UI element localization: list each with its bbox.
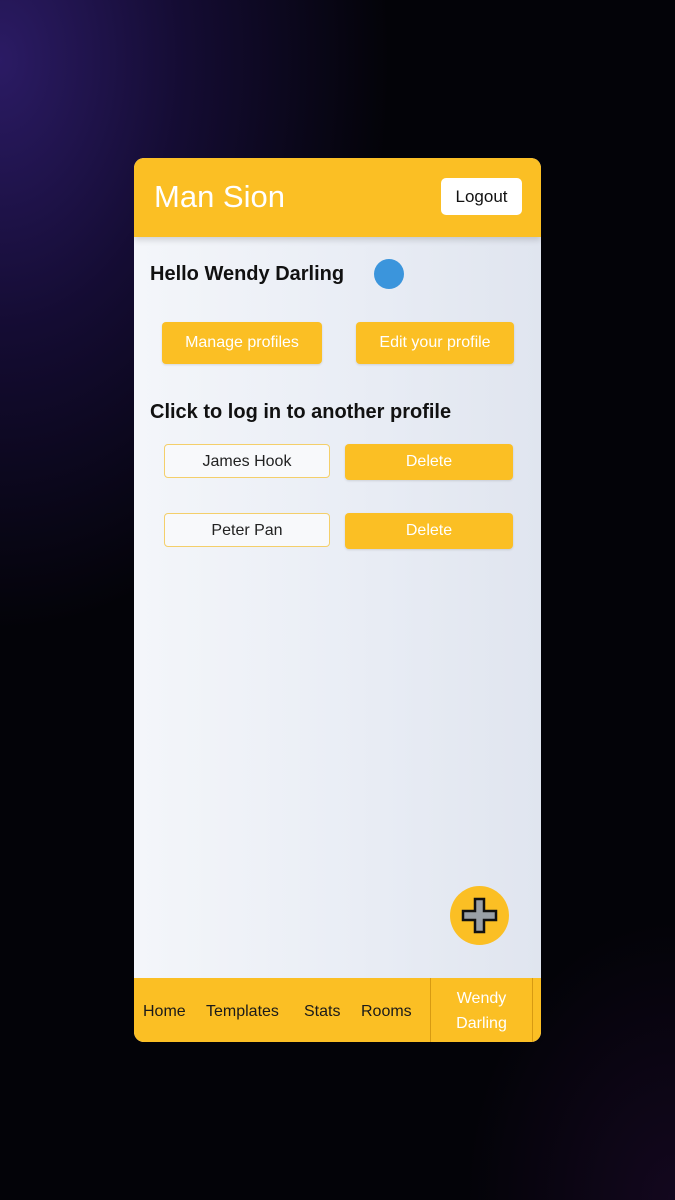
- status-indicator: [374, 259, 404, 289]
- app-title: Man Sion: [154, 179, 285, 214]
- plus-icon: [461, 897, 498, 934]
- app-window: Man Sion Logout Hello Wendy Darling Mana…: [134, 158, 541, 1042]
- nav-user-first-name: Wendy: [456, 990, 507, 1007]
- profile-login-button[interactable]: Peter Pan: [164, 513, 330, 547]
- nav-stats[interactable]: Stats: [304, 1002, 340, 1022]
- edit-profile-button[interactable]: Edit your profile: [356, 322, 514, 364]
- delete-profile-button[interactable]: Delete: [345, 444, 513, 480]
- nav-rooms[interactable]: Rooms: [361, 1002, 412, 1022]
- app-header: Man Sion Logout: [134, 158, 541, 237]
- bottom-nav: Home Templates Stats Rooms Wendy Darling: [134, 978, 541, 1042]
- logout-button[interactable]: Logout: [441, 178, 522, 215]
- nav-user-profile[interactable]: Wendy Darling: [430, 978, 533, 1042]
- delete-profile-button[interactable]: Delete: [345, 513, 513, 549]
- profile-login-button[interactable]: James Hook: [164, 444, 330, 478]
- nav-user-last-name: Darling: [456, 1015, 507, 1032]
- profiles-section-title: Click to log in to another profile: [150, 401, 452, 423]
- greeting-text: Hello Wendy Darling: [150, 263, 345, 285]
- nav-templates[interactable]: Templates: [206, 1002, 279, 1022]
- manage-profiles-button[interactable]: Manage profiles: [162, 322, 322, 364]
- profile-row: James Hook Delete: [164, 444, 514, 480]
- nav-home[interactable]: Home: [143, 1002, 186, 1022]
- add-profile-button[interactable]: [450, 886, 509, 945]
- profile-row: Peter Pan Delete: [164, 513, 514, 549]
